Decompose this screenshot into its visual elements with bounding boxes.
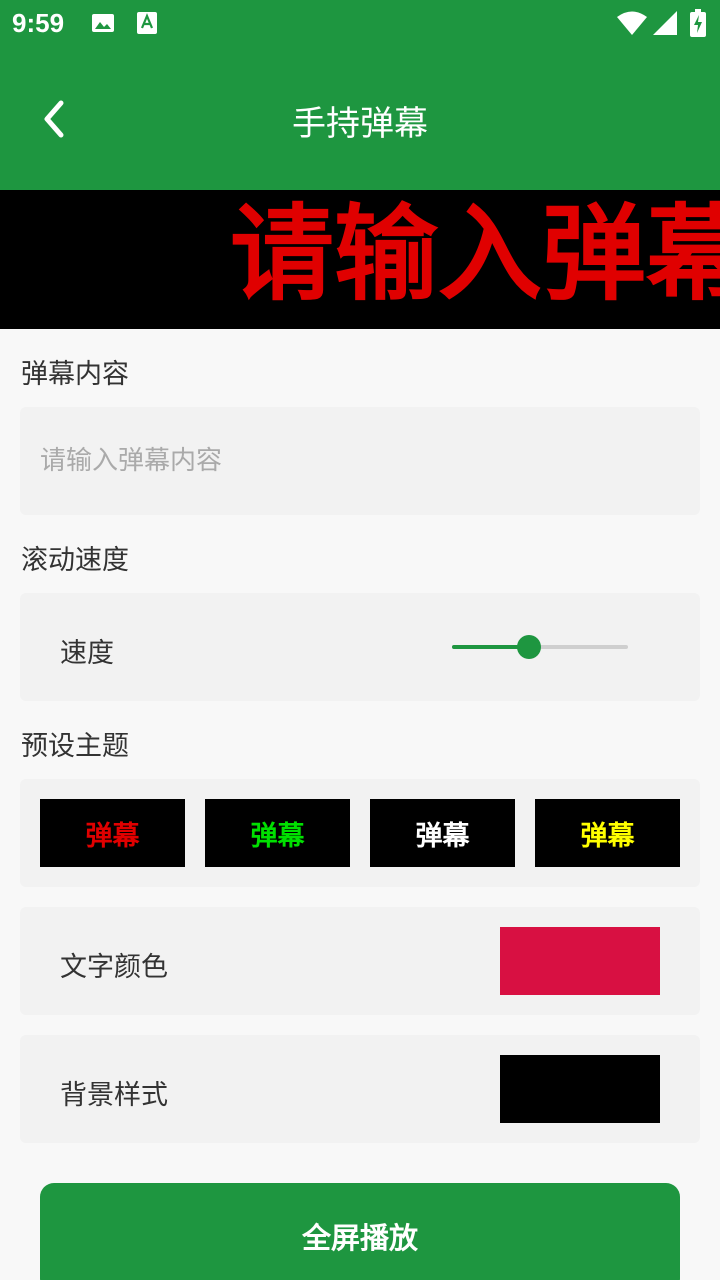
signal-icon [652, 10, 678, 40]
wifi-icon [616, 10, 648, 40]
text-color-label: 文字颜色 [60, 952, 168, 983]
speed-card: 速度 [20, 593, 700, 701]
status-bar: 9:59 [0, 0, 720, 48]
text-a-icon [136, 11, 158, 39]
app-bar: 手持弹幕 [0, 48, 720, 190]
danmaku-preview: 请输入弹幕 [0, 190, 720, 329]
theme-label: 弹幕 [250, 820, 305, 852]
battery-charging-icon [690, 9, 706, 41]
background-style-label: 背景样式 [60, 1080, 168, 1111]
text-color-row: 文字颜色 [20, 907, 700, 1015]
page-title: 手持弹幕 [292, 104, 428, 144]
content-input-card [20, 407, 700, 515]
theme-card: 弹幕 弹幕 弹幕 弹幕 [20, 779, 700, 887]
danmaku-content-input[interactable] [20, 407, 700, 515]
theme-red[interactable]: 弹幕 [40, 799, 185, 867]
theme-yellow[interactable]: 弹幕 [535, 799, 680, 867]
background-style-row: 背景样式 [20, 1035, 700, 1143]
speed-slider[interactable] [452, 633, 628, 661]
speed-label: 速度 [60, 638, 114, 669]
play-button-label: 全屏播放 [301, 1221, 418, 1255]
theme-white[interactable]: 弹幕 [370, 799, 515, 867]
theme-label: 弹幕 [415, 820, 470, 852]
status-time: 9:59 [12, 8, 65, 38]
theme-label: 弹幕 [85, 820, 140, 852]
content-section-label: 弹幕内容 [21, 359, 129, 390]
text-color-swatch[interactable] [500, 927, 660, 995]
theme-section-label: 预设主题 [21, 731, 129, 762]
background-color-swatch[interactable] [500, 1055, 660, 1123]
image-icon [91, 11, 115, 39]
slider-thumb[interactable] [517, 635, 542, 659]
theme-label: 弹幕 [580, 820, 635, 852]
theme-green[interactable]: 弹幕 [205, 799, 350, 867]
preview-text: 请输入弹幕 [230, 193, 720, 315]
speed-section-label: 滚动速度 [21, 545, 129, 576]
fullscreen-play-button[interactable]: 全屏播放 [40, 1183, 680, 1280]
